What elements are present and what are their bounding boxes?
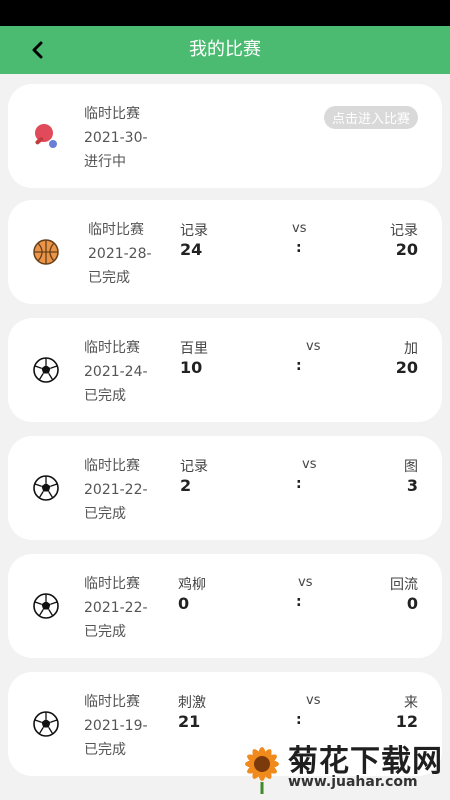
team-a-score: 24 — [180, 240, 203, 259]
match-date: 2021-24- — [84, 364, 148, 380]
match-status: 已完成 — [84, 506, 126, 522]
top-bar: 我的比赛 — [0, 26, 450, 74]
team-a-score: 2 — [180, 476, 192, 495]
match-date: 2021-30- — [84, 130, 148, 146]
team-a-name: 百里 — [180, 341, 208, 357]
soccer-ball-icon — [33, 357, 59, 383]
match-date: 2021-22- — [84, 600, 148, 616]
match-card[interactable]: 临时比赛 2021-22- 已完成 记录 vs 图 2 : 3 — [8, 436, 442, 540]
site-watermark: 菊花下载网 www.juahar.com — [236, 736, 446, 796]
team-a-name: 记录 — [180, 223, 208, 239]
soccer-ball-icon — [33, 711, 59, 737]
match-name: 临时比赛 — [84, 106, 140, 122]
team-b-name: 来 — [404, 695, 418, 711]
team-b-name: 图 — [404, 459, 418, 475]
page-title: 我的比赛 — [189, 39, 261, 60]
status-bar — [0, 0, 450, 26]
team-a-name: 刺激 — [178, 695, 206, 711]
team-a-score: 0 — [178, 594, 190, 613]
vs-label: vs — [302, 457, 317, 472]
match-status: 已完成 — [84, 388, 126, 404]
match-status: 进行中 — [84, 154, 126, 170]
match-card[interactable]: 临时比赛 2021-24- 已完成 百里 vs 加 10 : 20 — [8, 318, 442, 422]
ping-pong-icon — [35, 124, 57, 148]
team-b-name: 加 — [404, 341, 418, 357]
match-date: 2021-28- — [88, 246, 152, 262]
match-card[interactable]: 临时比赛 2021-28- 已完成 记录 vs 记录 24 : 20 — [8, 200, 442, 304]
team-a-score: 10 — [180, 358, 203, 377]
team-b-score: 0 — [406, 594, 418, 613]
match-date: 2021-22- — [84, 482, 148, 498]
vs-label: vs — [298, 575, 313, 590]
match-status: 已完成 — [84, 624, 126, 640]
match-date: 2021-19- — [84, 718, 148, 734]
match-status: 已完成 — [84, 742, 126, 758]
vs-label: vs — [306, 693, 321, 708]
match-name: 临时比赛 — [84, 576, 140, 592]
team-a-name: 鸡柳 — [178, 577, 206, 593]
soccer-ball-icon — [33, 475, 59, 501]
match-card[interactable]: 临时比赛 2021-22- 已完成 鸡柳 vs 回流 0 : 0 — [8, 554, 442, 658]
team-b-score: 20 — [395, 240, 418, 259]
team-a-score: 21 — [178, 712, 201, 731]
score-separator: : — [296, 358, 302, 374]
vs-label: vs — [292, 221, 307, 236]
score-separator: : — [296, 594, 302, 610]
match-status: 已完成 — [88, 270, 130, 286]
team-a-name: 记录 — [180, 459, 208, 475]
match-name: 临时比赛 — [88, 222, 144, 238]
flower-logo-icon — [245, 747, 279, 794]
match-name: 临时比赛 — [84, 458, 140, 474]
basketball-icon — [33, 239, 59, 265]
match-name: 临时比赛 — [84, 340, 140, 356]
match-name: 临时比赛 — [84, 694, 140, 710]
team-b-score: 3 — [406, 476, 418, 495]
match-card[interactable]: 临时比赛 2021-30- 进行中 点击进入比赛 — [8, 84, 442, 188]
team-b-score: 20 — [395, 358, 418, 377]
enter-match-button[interactable]: 点击进入比赛 — [323, 106, 418, 129]
team-b-score: 12 — [395, 712, 418, 731]
soccer-ball-icon — [33, 593, 59, 619]
team-b-name: 记录 — [390, 223, 418, 239]
team-b-name: 回流 — [390, 577, 418, 593]
score-separator: : — [296, 712, 302, 728]
score-separator: : — [296, 476, 302, 492]
vs-label: vs — [306, 339, 321, 354]
score-separator: : — [296, 240, 302, 256]
watermark-url: www.juahar.com — [288, 774, 418, 790]
